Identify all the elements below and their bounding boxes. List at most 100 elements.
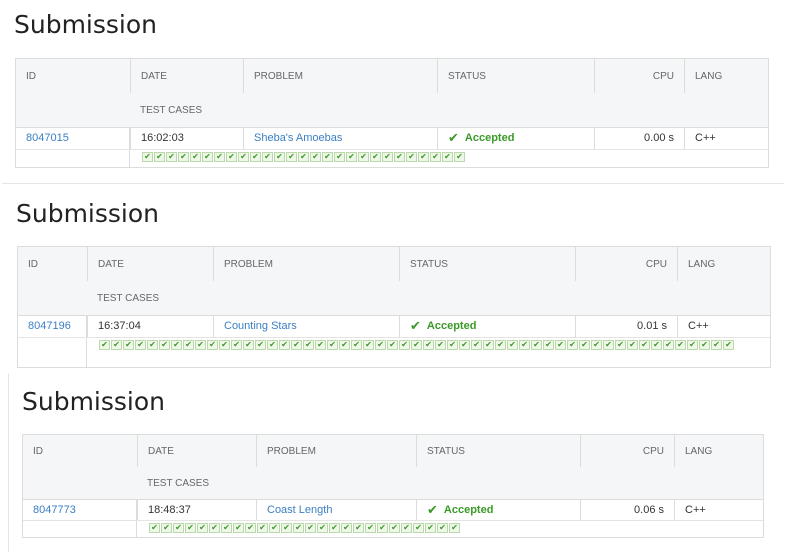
test-case-check-icon: ✔: [399, 340, 410, 350]
page-title: Submission: [22, 387, 166, 416]
test-case-check-icon: ✔: [219, 340, 230, 350]
test-case-check-icon: ✔: [231, 340, 242, 350]
submission-date: 16:37:04: [87, 315, 213, 337]
submission-problem[interactable]: Counting Stars: [213, 315, 399, 337]
submission-id[interactable]: 8047015: [16, 127, 129, 149]
submission-status: ✔ Accepted: [399, 315, 575, 337]
test-case-check-icon: ✔: [639, 340, 650, 350]
submission-problem[interactable]: Sheba's Amoebas: [243, 127, 437, 149]
header-status: STATUS: [399, 247, 575, 281]
test-case-check-icon: ✔: [214, 152, 225, 162]
test-case-check-icon: ✔: [315, 340, 326, 350]
page-title: Submission: [14, 10, 158, 39]
header-test-cases: TEST CASES: [97, 292, 160, 304]
header-problem: PROBLEM: [256, 435, 416, 467]
test-case-check-icon: ✔: [699, 340, 710, 350]
header-lang: LANG: [684, 59, 768, 93]
test-case-check-icon: ✔: [411, 340, 422, 350]
test-case-check-icon: ✔: [519, 340, 530, 350]
test-case-check-icon: ✔: [447, 340, 458, 350]
header-problem: PROBLEM: [243, 59, 437, 93]
test-case-check-icon: ✔: [442, 152, 453, 162]
submission-status: ✔ Accepted: [437, 127, 594, 149]
test-case-check-icon: ✔: [135, 340, 146, 350]
test-case-check-icon: ✔: [173, 523, 184, 533]
test-case-check-icon: ✔: [418, 152, 429, 162]
test-case-check-icon: ✔: [183, 340, 194, 350]
test-case-check-icon: ✔: [293, 523, 304, 533]
submission-cpu: 0.01 s: [575, 315, 677, 337]
test-case-check-icon: ✔: [185, 523, 196, 533]
page-title: Submission: [16, 199, 160, 228]
status-badge: ✔ Accepted: [427, 502, 493, 518]
test-case-check-icon: ✔: [291, 340, 302, 350]
test-case-check-icon: ✔: [387, 340, 398, 350]
test-cases-header: TEST CASES: [23, 467, 763, 500]
table-header: ID DATE PROBLEM STATUS CPU LANG: [23, 435, 763, 468]
submission-lang: C++: [677, 315, 770, 337]
submission-id-link[interactable]: 8047773: [33, 504, 76, 516]
test-case-check-icon: ✔: [627, 340, 638, 350]
header-date: DATE: [137, 435, 256, 467]
test-case-check-icon: ✔: [161, 523, 172, 533]
test-case-check-icon: ✔: [171, 340, 182, 350]
test-case-check-icon: ✔: [166, 152, 177, 162]
submission-id[interactable]: 8047773: [23, 499, 136, 520]
test-case-check-icon: ✔: [449, 523, 460, 533]
header-date: DATE: [130, 59, 243, 93]
test-case-check-icon: ✔: [207, 340, 218, 350]
test-case-check-icon: ✔: [353, 523, 364, 533]
test-case-check-icon: ✔: [111, 340, 122, 350]
test-case-check-icon: ✔: [370, 152, 381, 162]
test-case-check-icon: ✔: [298, 152, 309, 162]
check-icon: ✔: [410, 318, 421, 333]
problem-link[interactable]: Coast Length: [267, 504, 332, 516]
header-status: STATUS: [437, 59, 594, 93]
test-case-check-icon: ✔: [267, 340, 278, 350]
status-badge: ✔ Accepted: [410, 318, 476, 334]
submission-id-link[interactable]: 8047015: [26, 132, 69, 144]
problem-link[interactable]: Sheba's Amoebas: [254, 132, 342, 144]
header-id: ID: [28, 258, 38, 270]
submission-date: 18:48:37: [137, 499, 256, 520]
test-case-check-icon: ✔: [99, 340, 110, 350]
table-header: ID DATE PROBLEM STATUS CPU LANG: [18, 247, 770, 282]
test-case-check-icon: ✔: [711, 340, 722, 350]
test-case-check-icon: ✔: [675, 340, 686, 350]
submission-status: ✔ Accepted: [416, 499, 580, 520]
header-status: STATUS: [416, 435, 580, 467]
submission-panel-2: Submission ID DATE PROBLEM STATUS CPU LA…: [2, 183, 784, 374]
test-cases-header: TEST CASES: [16, 93, 768, 128]
test-case-check-icon: ✔: [329, 523, 340, 533]
test-case-check-icon: ✔: [322, 152, 333, 162]
test-case-check-icon: ✔: [243, 340, 254, 350]
test-case-check-icon: ✔: [286, 152, 297, 162]
header-test-cases: TEST CASES: [147, 477, 210, 489]
submission-id[interactable]: 8047196: [18, 315, 86, 337]
test-case-check-icon: ✔: [531, 340, 542, 350]
test-case-check-icon: ✔: [346, 152, 357, 162]
test-case-check-icon: ✔: [190, 152, 201, 162]
test-case-check-icon: ✔: [471, 340, 482, 350]
test-case-check-icon: ✔: [147, 340, 158, 350]
test-case-check-icon: ✔: [149, 523, 160, 533]
submission-id-link[interactable]: 8047196: [28, 320, 71, 332]
problem-link[interactable]: Counting Stars: [224, 320, 297, 332]
table-header: ID DATE PROBLEM STATUS CPU LANG: [16, 59, 768, 94]
test-case-check-icon: ✔: [495, 340, 506, 350]
table-row: 8047773 18:48:37 Coast Length ✔ Accepted …: [23, 499, 763, 521]
test-case-check-icon: ✔: [245, 523, 256, 533]
test-case-check-icon: ✔: [377, 523, 388, 533]
test-case-check-icon: ✔: [142, 152, 153, 162]
submission-problem[interactable]: Coast Length: [256, 499, 416, 520]
test-case-check-icon: ✔: [262, 152, 273, 162]
header-id: ID: [33, 445, 43, 457]
test-case-check-icon: ✔: [365, 523, 376, 533]
test-case-check-icon: ✔: [233, 523, 244, 533]
test-case-check-icon: ✔: [423, 340, 434, 350]
test-case-check-icon: ✔: [358, 152, 369, 162]
test-case-check-icon: ✔: [389, 523, 400, 533]
test-case-check-icon: ✔: [339, 340, 350, 350]
test-case-check-icon: ✔: [255, 340, 266, 350]
test-case-check-icon: ✔: [257, 523, 268, 533]
